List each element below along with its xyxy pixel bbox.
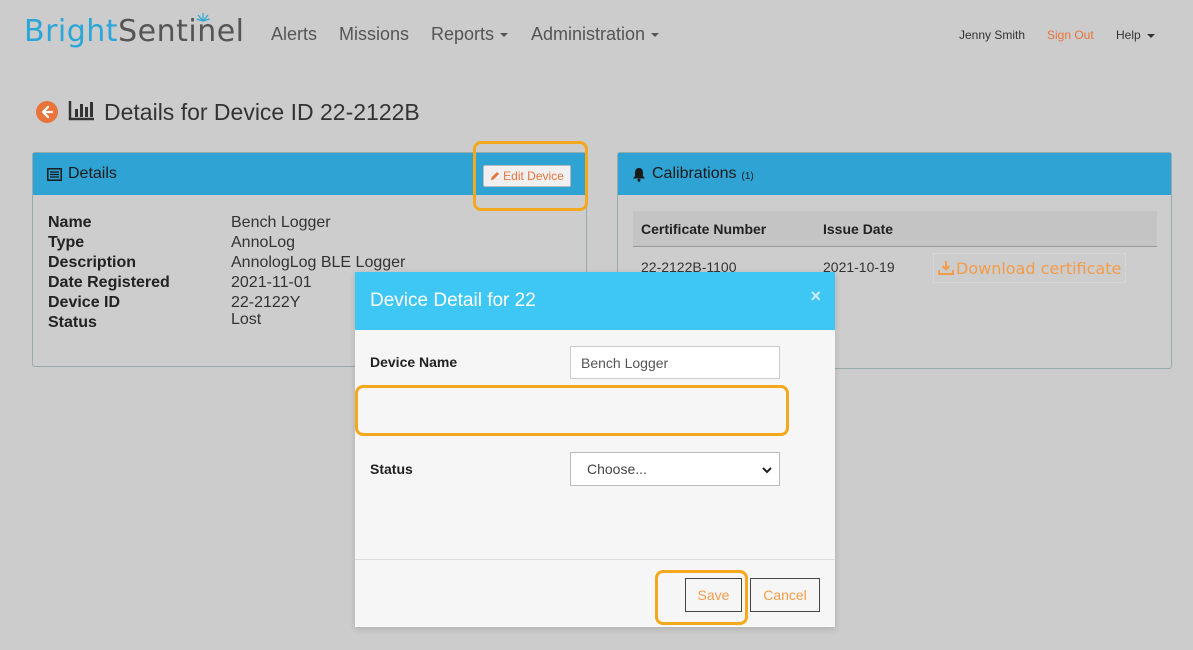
- download-icon: [938, 261, 954, 275]
- detail-value: Lost: [231, 311, 262, 328]
- detail-value: 22-2122Y: [231, 294, 301, 311]
- modal-title: Device Detail for 22: [370, 290, 536, 311]
- nav-alerts[interactable]: Alerts: [271, 24, 317, 45]
- calibrations-count: (1): [741, 170, 754, 182]
- save-button[interactable]: Save: [685, 578, 742, 612]
- detail-value: AnnologLog BLE Logger: [231, 254, 406, 271]
- sign-out-link[interactable]: Sign Out: [1047, 28, 1094, 42]
- detail-value: 2021-11-01: [231, 274, 312, 291]
- details-panel-title: Details: [68, 165, 117, 182]
- bar-chart-icon: [68, 99, 96, 126]
- device-name-input[interactable]: [570, 346, 780, 379]
- modal-header: Device Detail for 22 ×: [355, 272, 835, 330]
- nav-reports-label: Reports: [431, 24, 495, 44]
- caret-down-icon: [1146, 33, 1155, 38]
- modal-footer: Save Cancel: [355, 560, 835, 626]
- back-arrow-icon[interactable]: [36, 101, 58, 123]
- help-label: Help: [1116, 28, 1141, 42]
- calibrations-panel-title: Calibrations: [652, 165, 737, 182]
- column-header: Certificate Number: [641, 221, 767, 237]
- calibrations-panel-header: Calibrations (1): [618, 153, 1171, 195]
- column-header: Issue Date: [823, 221, 894, 237]
- pencil-icon: [490, 171, 500, 181]
- edit-device-button[interactable]: Edit Device: [483, 165, 571, 187]
- brand-part2: Sentinel: [118, 14, 245, 49]
- download-certificate-link[interactable]: Download certificate: [933, 253, 1127, 283]
- download-certificate-label: Download certificate: [956, 258, 1122, 278]
- bell-icon: [632, 167, 646, 182]
- detail-label: Type: [48, 234, 85, 251]
- help-menu[interactable]: Help: [1116, 28, 1155, 42]
- list-icon: [47, 167, 62, 181]
- detail-value: AnnoLog: [231, 234, 296, 251]
- status-select[interactable]: Choose...: [570, 452, 780, 486]
- top-navbar: BrightSentinel Alerts Missions Reports A…: [0, 0, 1193, 72]
- close-icon[interactable]: ×: [810, 286, 821, 307]
- device-detail-modal: Device Detail for 22 × Device Name Statu…: [355, 272, 835, 627]
- nav-reports[interactable]: Reports: [431, 24, 509, 45]
- detail-value: Bench Logger: [231, 214, 331, 231]
- status-selected-value: Choose...: [587, 461, 647, 477]
- status-label: Status: [370, 461, 413, 477]
- caret-down-icon: [651, 33, 660, 38]
- brand-part1: Bright: [24, 14, 119, 49]
- nav-administration-label: Administration: [531, 24, 646, 44]
- detail-label: Name: [48, 214, 92, 231]
- cancel-button[interactable]: Cancel: [750, 578, 820, 612]
- edit-device-label: Edit Device: [503, 169, 564, 183]
- modal-body: Device Name Status Choose...: [355, 330, 835, 560]
- nav-administration[interactable]: Administration: [531, 24, 660, 45]
- chevron-down-icon: [761, 463, 773, 479]
- sun-icon: [196, 10, 210, 26]
- table-header: Certificate Number Issue Date: [633, 211, 1157, 247]
- caret-down-icon: [500, 33, 509, 38]
- detail-label: Device ID: [48, 294, 121, 311]
- detail-label: Date Registered: [48, 274, 170, 291]
- device-name-label: Device Name: [370, 354, 458, 370]
- page-title: Details for Device ID 22-2122B: [36, 96, 420, 128]
- detail-label: Description: [48, 254, 137, 271]
- detail-label: Status: [48, 314, 97, 331]
- nav-missions[interactable]: Missions: [339, 24, 409, 45]
- brand-logo[interactable]: BrightSentinel: [24, 13, 245, 49]
- page-title-text: Details for Device ID 22-2122B: [104, 98, 420, 125]
- user-name[interactable]: Jenny Smith: [959, 28, 1025, 42]
